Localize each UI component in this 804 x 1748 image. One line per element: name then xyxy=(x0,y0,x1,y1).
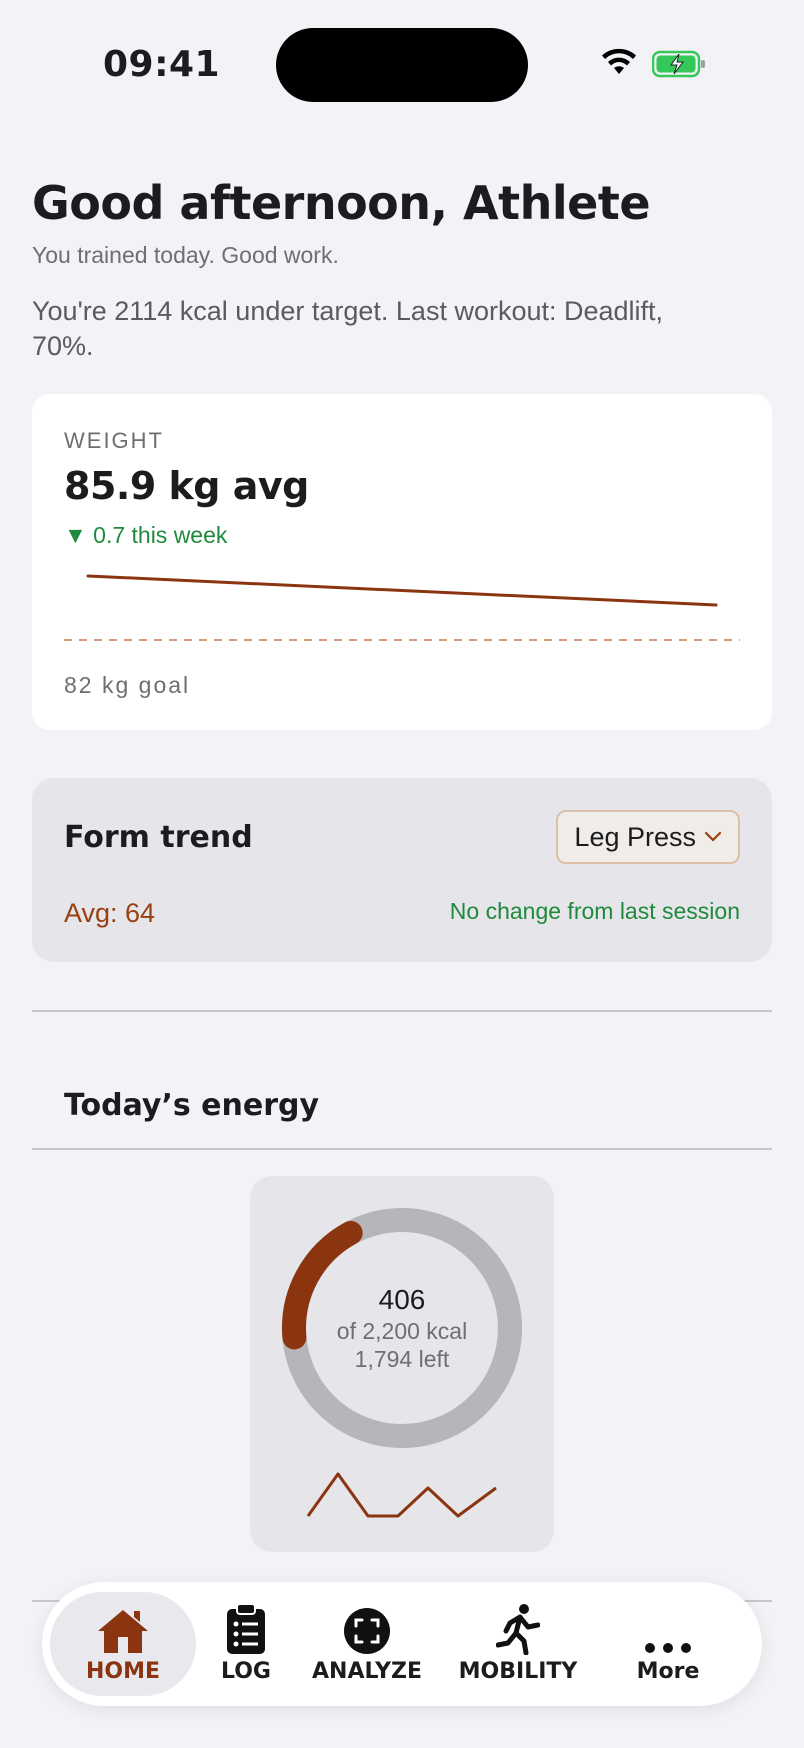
tab-analyze[interactable]: ANALYZE xyxy=(296,1592,438,1696)
energy-target: of 2,200 kcal xyxy=(336,1318,468,1344)
form-trend-card: Form trend Leg Press Avg: 64 No change f… xyxy=(32,778,772,962)
wifi-icon xyxy=(602,48,636,74)
dynamic-island xyxy=(276,28,528,102)
energy-sparkline xyxy=(306,1472,497,1518)
scan-icon xyxy=(344,1607,390,1654)
status-bar: 09:41 xyxy=(0,0,804,130)
weight-trend-chart xyxy=(64,574,740,641)
energy-consumed: 406 xyxy=(378,1284,426,1315)
form-trend-change: No change from last session xyxy=(449,898,740,924)
weight-delta: ▼ 0.7 this week xyxy=(64,522,228,548)
weight-trend-line xyxy=(86,574,718,607)
clipboard-list-icon xyxy=(227,1602,265,1654)
weight-label: WEIGHT xyxy=(64,428,164,453)
energy-title: Today’s energy xyxy=(64,1088,320,1123)
form-trend-avg: Avg: 64 xyxy=(64,898,156,928)
daily-summary: You're 2114 kcal under target. Last work… xyxy=(32,296,664,361)
tab-home-label: HOME xyxy=(85,1658,161,1684)
tab-log-label: LOG xyxy=(221,1658,271,1684)
weight-value: 85.9 kg avg xyxy=(64,464,309,508)
status-time: 09:41 xyxy=(103,44,221,85)
weight-goal-label: 82 kg goal xyxy=(64,672,191,698)
tab-home[interactable]: HOME xyxy=(50,1592,196,1696)
tab-log[interactable]: LOG xyxy=(196,1592,296,1696)
energy-left: 1,794 left xyxy=(354,1346,450,1372)
tab-mobility[interactable]: MOBILITY xyxy=(438,1592,598,1696)
tab-bar: HOME LOG ANALYZE MOBILITY More xyxy=(42,1582,762,1706)
running-person-icon xyxy=(496,1603,540,1655)
weight-card[interactable]: WEIGHT 85.9 kg avg ▼ 0.7 this week 82 kg… xyxy=(32,394,772,730)
battery-charging-icon xyxy=(652,50,705,78)
form-trend-title: Form trend xyxy=(64,820,253,855)
chevron-down-icon xyxy=(704,831,722,842)
tab-analyze-label: ANALYZE xyxy=(312,1658,422,1684)
exercise-select-value: Leg Press xyxy=(574,821,696,852)
home-icon xyxy=(98,1609,148,1653)
more-dots-icon xyxy=(645,1642,691,1653)
section-divider xyxy=(32,1148,772,1150)
greeting-title: Good afternoon, Athlete xyxy=(32,176,651,230)
greeting-subtitle: You trained today. Good work. xyxy=(32,242,339,268)
exercise-select[interactable]: Leg Press xyxy=(556,810,740,864)
energy-card[interactable]: 406 of 2,200 kcal 1,794 left xyxy=(250,1176,554,1552)
tab-mobility-label: MOBILITY xyxy=(458,1658,578,1684)
tab-more[interactable]: More xyxy=(598,1592,738,1696)
section-divider xyxy=(32,1010,772,1012)
tab-more-label: More xyxy=(636,1658,700,1684)
